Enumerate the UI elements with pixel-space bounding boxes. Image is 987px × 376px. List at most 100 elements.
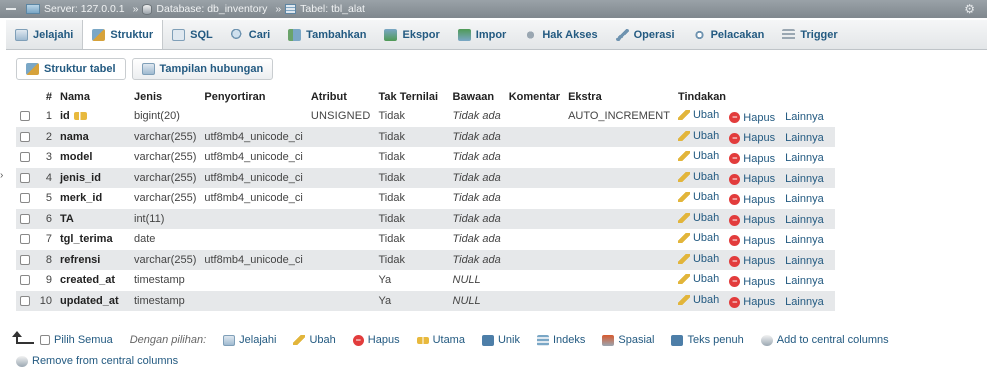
tab-import[interactable]: Impor (449, 20, 516, 49)
bulk-spatial[interactable]: Spasial (602, 334, 654, 346)
row-checkbox[interactable] (20, 254, 30, 265)
breadcrumb-table[interactable]: Tabel: tbl_alat (285, 3, 365, 15)
more-action[interactable]: Lainnya (785, 111, 824, 123)
delete-action[interactable]: − Hapus (729, 194, 775, 206)
column-name: refrensi (60, 253, 101, 266)
row-checkbox[interactable] (20, 152, 30, 163)
tab-tracking[interactable]: Pelacakan (684, 20, 774, 49)
row-num: 10 (34, 290, 56, 311)
edit-action[interactable]: Ubah (677, 294, 719, 306)
edit-action[interactable]: Ubah (677, 191, 720, 203)
edit-label: Ubah (692, 191, 720, 203)
row-actions: Ubah − Hapus Lainnya (673, 229, 835, 250)
row-checkbox-cell (16, 188, 34, 209)
sub-tabs: Struktur tabel Tampilan hubungan (16, 58, 274, 80)
select-all-checkbox[interactable] (40, 335, 50, 345)
select-all-label[interactable]: Pilih Semua (54, 334, 113, 346)
subtab-relation-view[interactable]: Tampilan hubungan (131, 58, 274, 80)
bulk-delete[interactable]: − Hapus (352, 334, 400, 346)
edit-action[interactable]: Ubah (677, 171, 719, 183)
breadcrumb-bar: Server: 127.0.0.1 » Database: db_invento… (0, 0, 987, 18)
row-atribut: UNSIGNED (306, 106, 375, 127)
tab-sql[interactable]: SQL (163, 20, 222, 49)
collapse-icon[interactable] (6, 8, 16, 10)
delete-action[interactable]: − Hapus (729, 173, 775, 185)
breadcrumb-separator: » (275, 3, 282, 15)
bulk-edit[interactable]: Ubah (293, 334, 336, 346)
more-action[interactable]: Lainnya (785, 132, 824, 144)
edit-action[interactable]: Ubah (677, 150, 720, 162)
row-checkbox[interactable] (20, 295, 30, 306)
row-tak-ternilai: Ya (374, 270, 449, 291)
bulk-browse[interactable]: Jelajahi (223, 334, 276, 346)
gear-icon[interactable]: ⚙ (964, 2, 975, 16)
tab-privileges[interactable]: Hak Akses (515, 20, 606, 49)
delete-icon: − (729, 214, 741, 226)
row-atribut (306, 270, 375, 291)
row-checkbox[interactable] (20, 275, 30, 286)
more-action[interactable]: Lainnya (785, 296, 824, 308)
bulk-add-central[interactable]: Add to central columns (760, 334, 889, 346)
tab-structure[interactable]: Struktur (82, 20, 164, 49)
column-name: jenis_id (60, 171, 101, 184)
delete-label: Hapus (743, 152, 776, 165)
sidebar-collapse-icon[interactable]: › (0, 170, 3, 181)
breadcrumb-server-label[interactable]: Server: 127.0.0.1 (44, 3, 125, 15)
more-action[interactable]: Lainnya (785, 234, 824, 246)
row-checkbox[interactable] (20, 213, 30, 224)
bulk-unique[interactable]: Unik (481, 334, 520, 346)
row-checkbox[interactable] (20, 234, 30, 245)
breadcrumb-server[interactable]: Server: 127.0.0.1 (26, 3, 125, 15)
more-action[interactable]: Lainnya (785, 255, 824, 267)
breadcrumb-database-label[interactable]: Database: db_inventory (156, 3, 267, 15)
edit-action[interactable]: Ubah (677, 130, 719, 142)
delete-action[interactable]: − Hapus (729, 235, 775, 247)
row-nama-cell: TA (56, 208, 130, 229)
bulk-fulltext[interactable]: Teks penuh (671, 334, 744, 346)
breadcrumb-database[interactable]: Database: db_inventory (142, 3, 267, 15)
delete-action[interactable]: − Hapus (729, 276, 775, 288)
tab-insert[interactable]: Tambahkan (279, 20, 375, 49)
edit-action[interactable]: Ubah (677, 253, 719, 265)
row-bawaan: Tidak ada (448, 229, 505, 250)
with-selected-label: Dengan pilihan: (129, 334, 207, 346)
tab-trigger[interactable]: Trigger (773, 20, 846, 49)
row-tak-ternilai: Ya (374, 290, 449, 311)
row-checkbox[interactable] (20, 111, 30, 122)
delete-action[interactable]: − Hapus (729, 296, 775, 308)
edit-action[interactable]: Ubah (677, 109, 719, 121)
more-action[interactable]: Lainnya (785, 275, 824, 287)
row-checkbox[interactable] (20, 193, 30, 204)
subtab-table-structure[interactable]: Struktur tabel (16, 58, 126, 80)
tab-search[interactable]: Cari (222, 20, 279, 49)
tab-export[interactable]: Ekspor (375, 20, 448, 49)
breadcrumb-table-label[interactable]: Tabel: tbl_alat (300, 3, 365, 15)
delete-action[interactable]: − Hapus (729, 112, 775, 124)
edit-label: Ubah (692, 150, 720, 162)
pencil-icon (293, 335, 306, 345)
edit-action[interactable]: Ubah (677, 212, 719, 224)
edit-action[interactable]: Ubah (677, 273, 719, 285)
more-action[interactable]: Lainnya (785, 214, 824, 226)
header-nama[interactable]: Nama (56, 88, 130, 106)
delete-action[interactable]: − Hapus (729, 132, 775, 144)
row-ekstra (564, 229, 674, 250)
remove-central-columns[interactable]: Remove from central columns (16, 355, 178, 367)
tab-label: Trigger (800, 28, 838, 41)
more-action[interactable]: Lainnya (785, 193, 824, 205)
edit-action[interactable]: Ubah (677, 232, 719, 244)
row-checkbox[interactable] (20, 172, 30, 183)
arrow-up-icon (12, 331, 34, 344)
tab-operations[interactable]: Operasi (607, 20, 684, 49)
delete-action[interactable]: − Hapus (729, 214, 775, 226)
select-all[interactable]: Pilih Semua (40, 334, 113, 346)
more-action[interactable]: Lainnya (785, 152, 824, 164)
row-checkbox[interactable] (20, 131, 30, 142)
bulk-primary[interactable]: Utama (416, 334, 465, 346)
bulk-index[interactable]: Indeks (536, 334, 585, 346)
tab-browse[interactable]: Jelajahi (6, 20, 82, 49)
delete-action[interactable]: − Hapus (729, 153, 775, 165)
tab-label: Pelacakan (710, 28, 765, 41)
more-action[interactable]: Lainnya (785, 173, 824, 185)
delete-action[interactable]: − Hapus (729, 255, 775, 267)
